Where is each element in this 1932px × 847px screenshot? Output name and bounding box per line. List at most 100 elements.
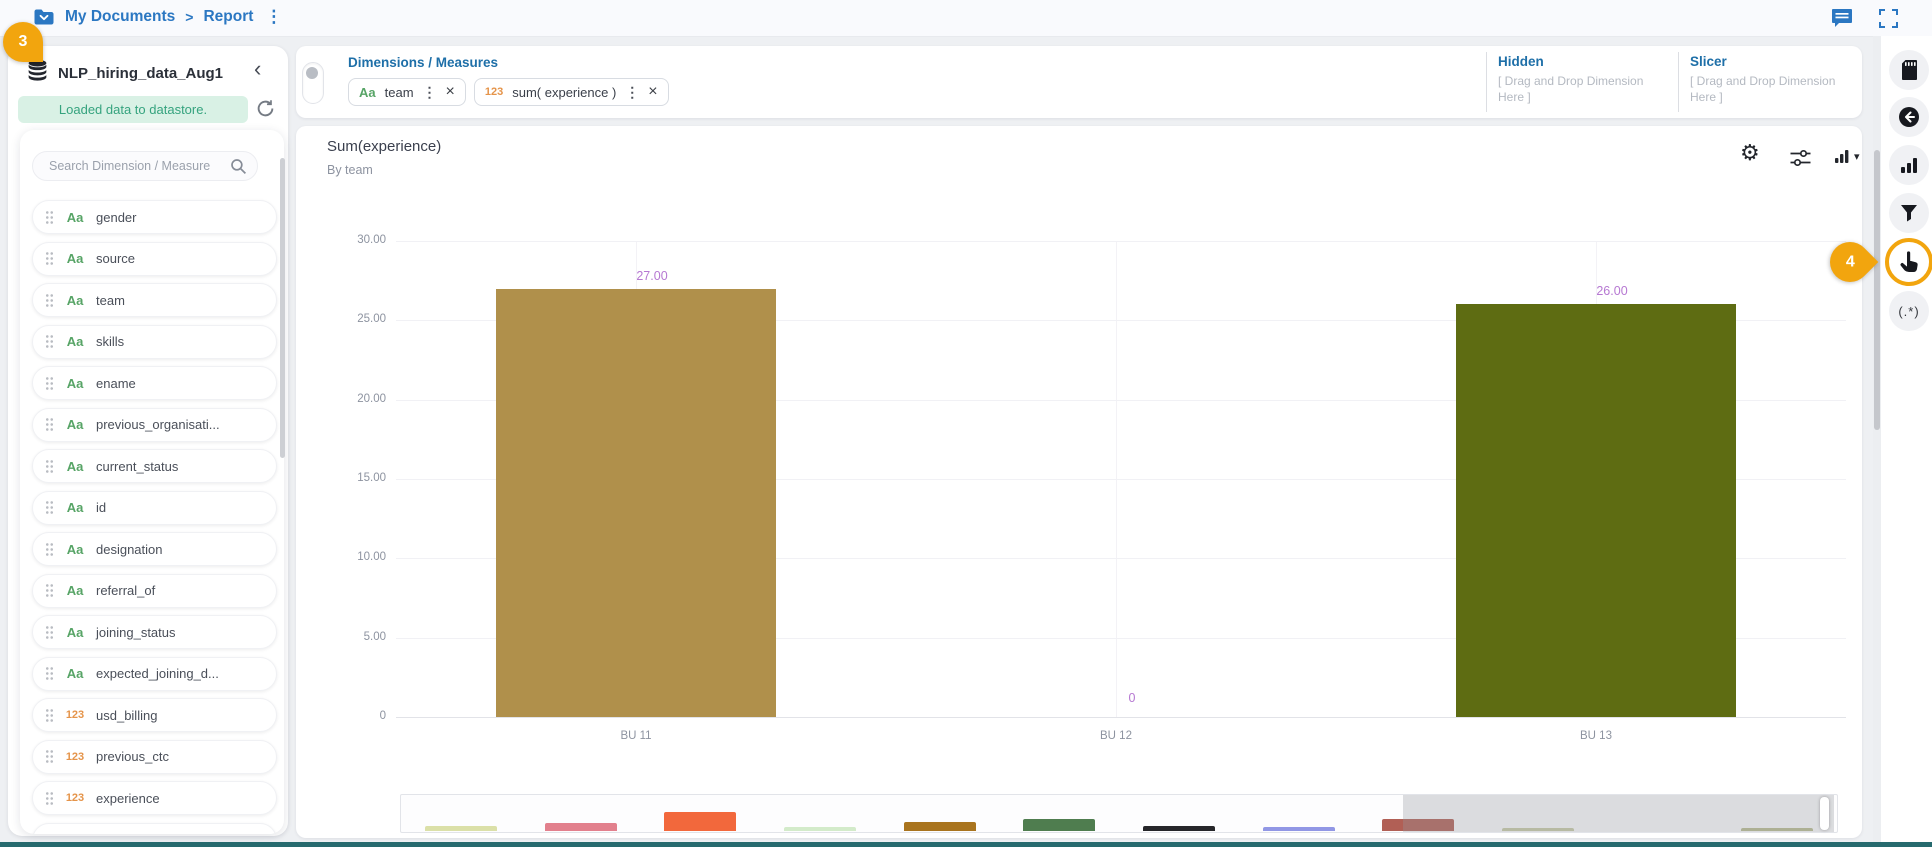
builder-chip-sum-experience-[interactable]: 123 sum( experience ) ⋮ × [473, 78, 669, 106]
slicer-dropzone[interactable]: Slicer [ Drag and Drop Dimension Here ] [1690, 54, 1860, 105]
bar-bu-13[interactable] [1456, 304, 1736, 717]
drag-handle-icon[interactable] [45, 624, 54, 640]
bottom-accent-bar [0, 842, 1932, 847]
back-button[interactable] [1889, 97, 1929, 137]
sidebar-scrollbar-thumb[interactable] [280, 158, 285, 458]
field-item-id[interactable]: Aa id [32, 490, 277, 525]
drag-handle-icon[interactable] [45, 334, 54, 349]
drag-handle-icon[interactable] [45, 292, 54, 308]
hidden-title: Hidden [1498, 54, 1544, 69]
field-label: ename [96, 375, 136, 391]
chip-remove-icon[interactable]: × [446, 84, 455, 100]
field-list-panel: AagenderAasourceAateamAaskillsAaenameAap… [20, 130, 284, 834]
minimap-bar [1262, 827, 1335, 831]
chart-settings-gear-icon[interactable]: ⚙ [1740, 142, 1760, 164]
folder-icon[interactable] [33, 8, 55, 26]
data-sidebar: NLP_hiring_data_Aug1 ‹ Loaded data to da… [8, 46, 288, 836]
drag-handle-icon[interactable] [45, 251, 54, 266]
field-item-ename[interactable]: Aa ename [32, 366, 277, 400]
field-label: previous_organisati... [96, 417, 220, 432]
divider [1486, 52, 1487, 112]
field-label: experience [96, 790, 160, 806]
drag-handle-icon[interactable] [45, 749, 54, 764]
text-type-icon: Aa [66, 209, 84, 225]
y-axis-tick-label: 30.00 [357, 234, 386, 246]
field-item-skills[interactable]: Aa skills [32, 324, 277, 359]
drag-handle-icon[interactable] [45, 375, 54, 391]
bar-bu-11[interactable] [496, 288, 776, 717]
drag-handle-icon[interactable] [45, 541, 54, 557]
query-builder-bar: Dimensions / Measures Aa team ⋮ × 123 sum( ex… [296, 46, 1862, 118]
drag-handle-icon[interactable] [45, 790, 54, 806]
y-axis-tick-label: 25.00 [357, 313, 386, 326]
drag-handle-icon[interactable] [45, 209, 54, 225]
collapse-sidebar-icon[interactable]: ‹ [254, 58, 261, 80]
pointer-tool-button[interactable] [1885, 238, 1932, 286]
callout-badge-3-number: 3 [18, 33, 28, 50]
regex-tool-button[interactable]: (.*) [1889, 291, 1929, 331]
builder-toggle[interactable] [302, 62, 324, 104]
chip-label: team [384, 84, 414, 100]
status-toast: Loaded data to datastore. [18, 96, 248, 123]
refresh-icon[interactable] [256, 99, 275, 123]
field-item-partial[interactable] [32, 822, 277, 834]
field-item-source[interactable]: Aa source [32, 241, 277, 276]
hidden-dropzone[interactable]: Hidden [ Drag and Drop Dimension Here ] [1498, 54, 1668, 105]
minimap-drag-handle[interactable] [1820, 797, 1830, 830]
minimap-bar [544, 823, 617, 831]
field-item-experience[interactable]: 123 experience [32, 781, 277, 815]
minimap-selection-overlay[interactable] [1403, 795, 1835, 832]
field-item-expected-joining-d-[interactable]: Aa expected_joining_d... [32, 656, 277, 691]
drag-handle-icon[interactable] [45, 458, 54, 474]
chip-label: sum( experience ) [512, 84, 617, 100]
field-item-referral-of[interactable]: Aa referral_of [32, 573, 277, 608]
y-axis-tick-label: 10.00 [357, 551, 386, 564]
text-type-icon: Aa [66, 292, 84, 308]
chip-menu-icon[interactable]: ⋮ [625, 84, 639, 101]
drag-handle-icon[interactable] [45, 707, 54, 723]
field-item-joining-status[interactable]: Aa joining_status [32, 615, 277, 649]
slicer-title: Slicer [1690, 54, 1727, 69]
comment-icon[interactable] [1831, 8, 1853, 33]
hand-pointer-icon [1900, 251, 1918, 273]
datastore-card-button[interactable] [1889, 50, 1929, 90]
field-item-gender[interactable]: Aa gender [32, 200, 277, 234]
horizontal-gridline [396, 241, 1846, 242]
drag-handle-icon[interactable] [45, 666, 54, 681]
x-axis-category-label: BU 13 [1580, 730, 1612, 742]
chart-type-selector[interactable]: ▾ [1834, 148, 1860, 164]
field-item-previous-organisati-[interactable]: Aa previous_organisati... [32, 407, 277, 442]
builder-chip-team[interactable]: Aa team ⋮ × [348, 78, 466, 106]
filter-button[interactable] [1889, 193, 1929, 233]
breadcrumb-item-my-documents[interactable]: My Documents [65, 8, 175, 26]
text-type-icon: Aa [66, 251, 84, 266]
field-item-previous-ctc[interactable]: 123 previous_ctc [32, 739, 277, 774]
chip-menu-icon[interactable]: ⋮ [423, 84, 437, 101]
number-type-icon: 123 [65, 792, 85, 804]
page-scrollbar-thumb[interactable] [1874, 150, 1880, 430]
drag-handle-icon[interactable] [45, 500, 54, 515]
field-label: team [96, 292, 125, 308]
search-icon[interactable] [230, 158, 247, 175]
dataset-title: NLP_hiring_data_Aug1 [58, 65, 224, 82]
text-type-icon: Aa [66, 458, 84, 474]
report-menu-icon[interactable]: ⋮ [265, 7, 282, 27]
search-input[interactable] [47, 158, 230, 174]
drag-handle-icon[interactable] [45, 583, 54, 598]
field-item-usd-billing[interactable]: 123 usd_billing [32, 698, 277, 732]
chart-subtitle: By team [327, 163, 373, 177]
funnel-icon [1901, 205, 1917, 222]
field-item-designation[interactable]: Aa designation [32, 532, 277, 566]
chart-options-sliders-icon[interactable] [1789, 149, 1812, 172]
fullscreen-icon[interactable] [1879, 9, 1898, 33]
number-type-icon: 123 [65, 709, 85, 721]
slicer-drop-hint: [ Drag and Drop Dimension Here ] [1690, 74, 1836, 104]
chip-remove-icon[interactable]: × [648, 84, 657, 100]
field-item-team[interactable]: Aa team [32, 283, 277, 317]
drag-handle-icon[interactable] [45, 417, 54, 432]
charts-button[interactable] [1889, 145, 1929, 185]
chart-minimap[interactable] [400, 794, 1838, 833]
text-type-icon: Aa [66, 583, 84, 598]
field-item-current-status[interactable]: Aa current_status [32, 449, 277, 483]
breadcrumb-item-report[interactable]: Report [203, 8, 253, 26]
